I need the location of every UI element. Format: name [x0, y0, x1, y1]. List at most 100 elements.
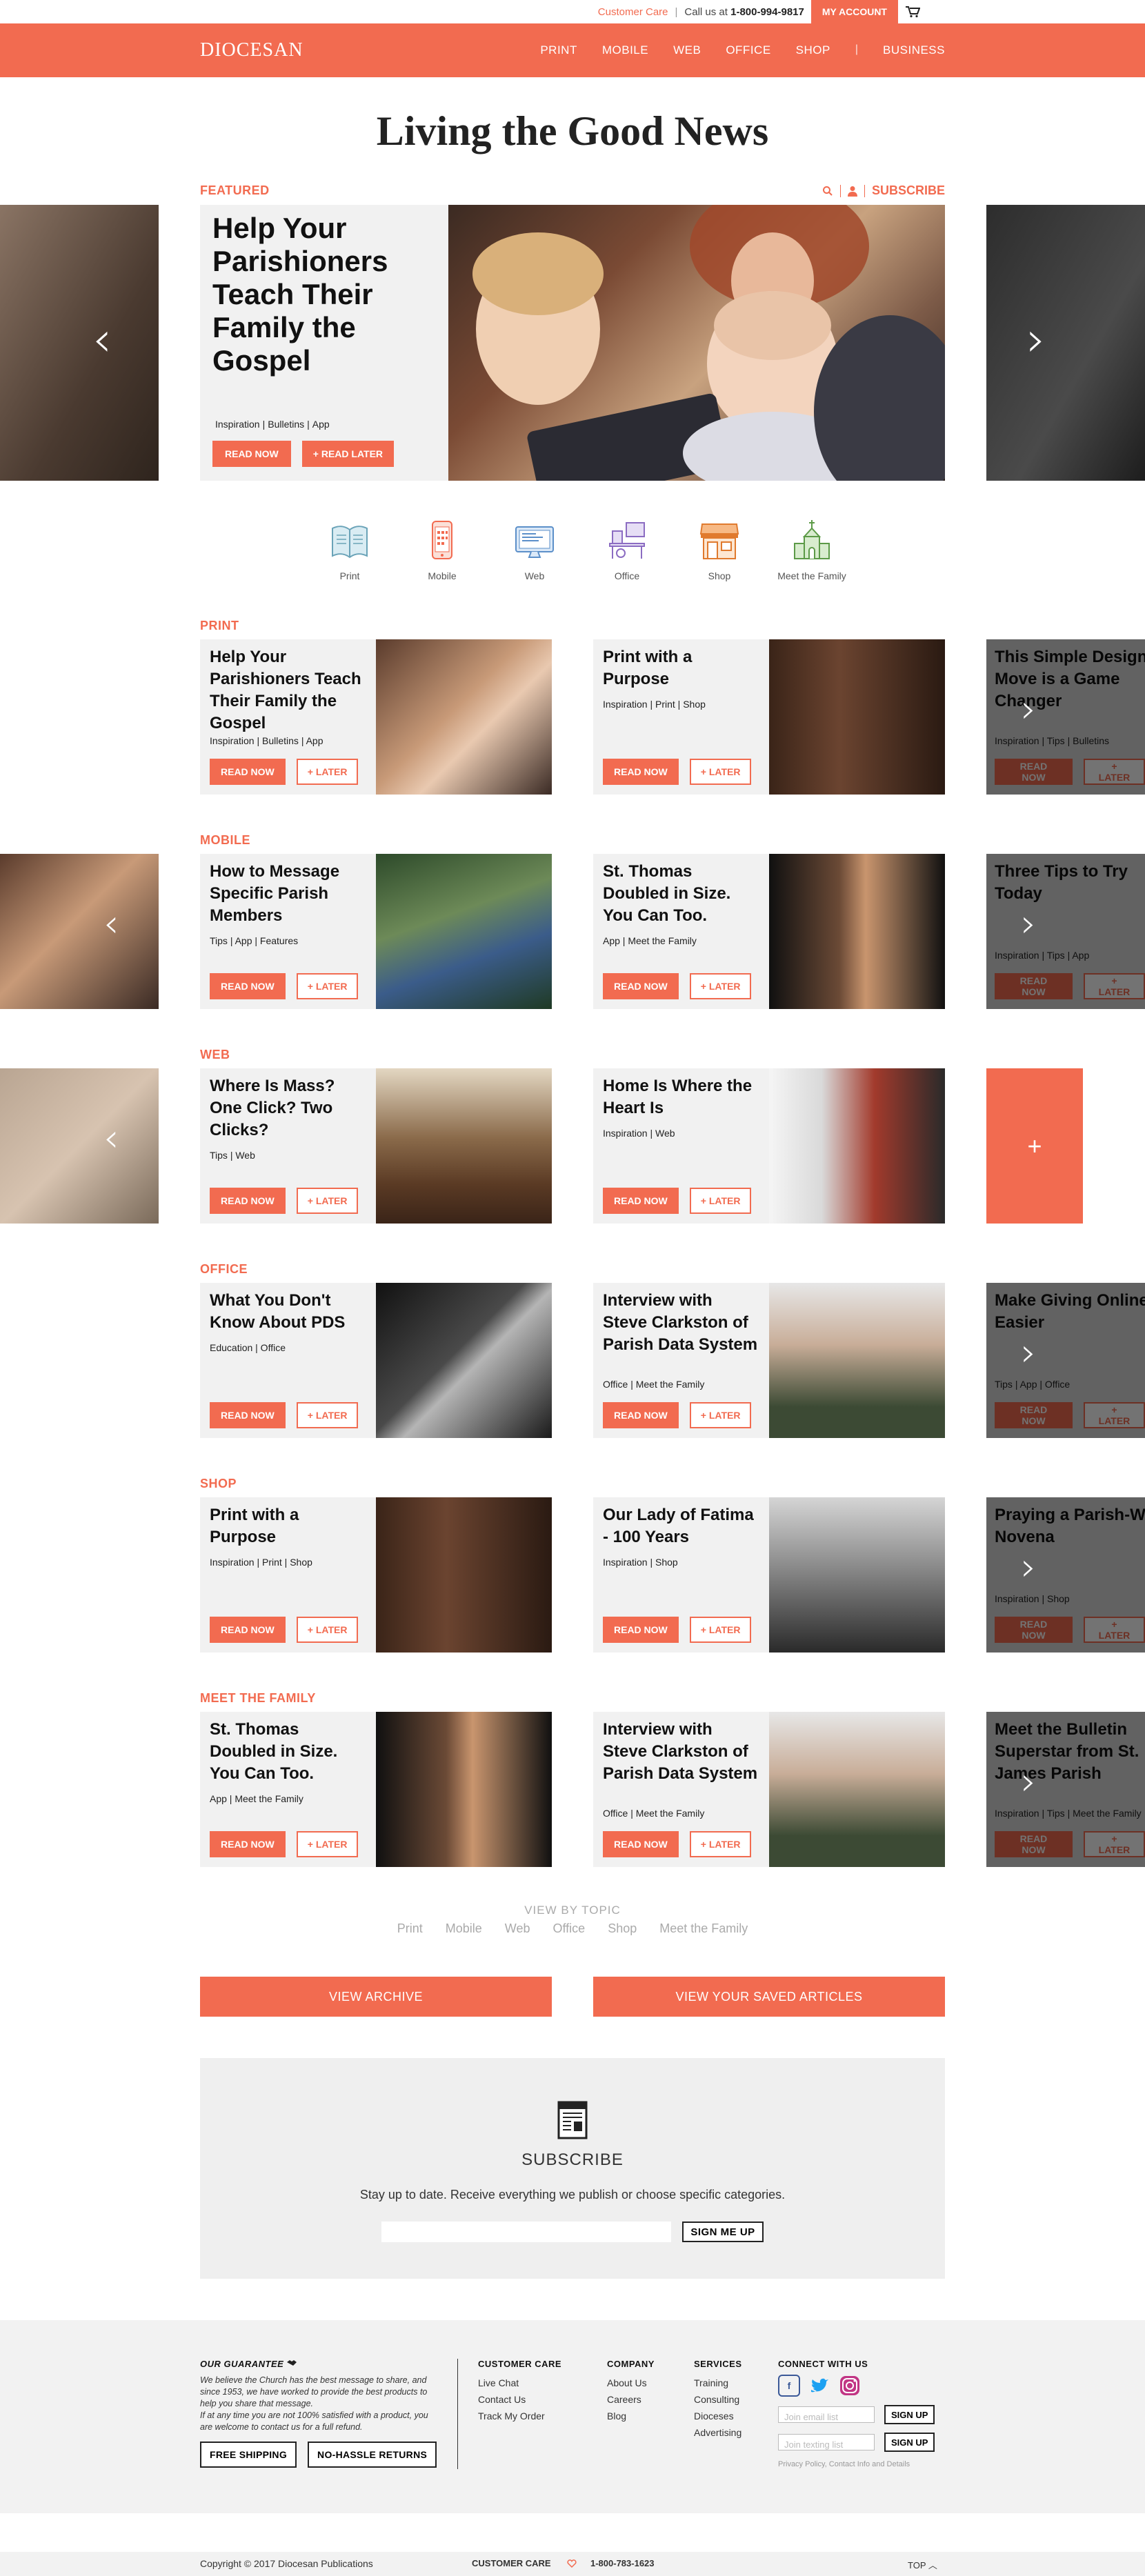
- read-now-button[interactable]: READ NOW: [603, 1617, 679, 1643]
- read-now-button[interactable]: READ NOW: [210, 1617, 286, 1643]
- phone-number[interactable]: 1-800-994-9817: [730, 6, 804, 18]
- chevron-right-icon[interactable]: ›: [1026, 315, 1046, 363]
- card-image[interactable]: [376, 1283, 552, 1438]
- subscribe-email-input[interactable]: [381, 2221, 672, 2242]
- topic-link-mobile[interactable]: Mobile: [446, 1921, 482, 1935]
- later-button[interactable]: + LATER: [689, 973, 752, 999]
- featured-next-slide[interactable]: ›: [986, 205, 1145, 481]
- card-title[interactable]: Help Your Parishioners Teach Their Famil…: [210, 646, 366, 735]
- add-more-tile[interactable]: +: [986, 1068, 1083, 1224]
- footer-link-track-order[interactable]: Track My Order: [478, 2408, 561, 2424]
- section-label[interactable]: OFFICE: [200, 1262, 248, 1277]
- previous-card-peek[interactable]: ‹: [0, 1068, 159, 1224]
- card-image[interactable]: [376, 854, 552, 1009]
- view-archive-button[interactable]: VIEW ARCHIVE: [200, 1977, 552, 2017]
- email-sign-up-button[interactable]: SIGN UP: [884, 2405, 935, 2424]
- footer-link-training[interactable]: Training: [694, 2375, 742, 2391]
- article-card[interactable]: Print with a Purpose Inspiration | Print …: [593, 639, 945, 795]
- read-now-button[interactable]: READ NOW: [603, 759, 679, 785]
- search-icon[interactable]: [822, 186, 833, 197]
- nav-print[interactable]: PRINT: [540, 43, 577, 57]
- chevron-left-icon[interactable]: ‹: [92, 315, 112, 363]
- view-saved-articles-button[interactable]: VIEW YOUR SAVED ARTICLES: [593, 1977, 945, 2017]
- section-label[interactable]: WEB: [200, 1048, 230, 1062]
- later-button[interactable]: + LATER: [296, 759, 359, 785]
- footer-link-live-chat[interactable]: Live Chat: [478, 2375, 561, 2391]
- instagram-icon[interactable]: [839, 2375, 861, 2397]
- read-later-button[interactable]: + READ LATER: [301, 441, 395, 467]
- later-button[interactable]: + LATER: [689, 1617, 752, 1643]
- card-title[interactable]: St. Thomas Doubled in Size. You Can Too.: [210, 1719, 366, 1785]
- chevron-right-icon[interactable]: ›: [1021, 1334, 1036, 1372]
- previous-card-peek[interactable]: ‹: [0, 854, 159, 1009]
- article-card[interactable]: Print with a Purpose Inspiration | Print …: [200, 1497, 552, 1653]
- card-image[interactable]: [376, 1497, 552, 1653]
- footer-link-advertising[interactable]: Advertising: [694, 2424, 742, 2441]
- email-list-input[interactable]: Join email list: [778, 2406, 875, 2423]
- subscribe-link[interactable]: SUBSCRIBE: [872, 183, 945, 198]
- nav-mobile[interactable]: MOBILE: [602, 43, 648, 57]
- card-image[interactable]: [769, 639, 945, 795]
- texting-list-input[interactable]: Join texting list: [778, 2434, 875, 2450]
- footer-link-contact-us[interactable]: Contact Us: [478, 2391, 561, 2408]
- article-card[interactable]: Interview with Steve Clarkston of Parish…: [593, 1283, 945, 1438]
- read-now-button[interactable]: READ NOW: [603, 1402, 679, 1428]
- nav-office[interactable]: OFFICE: [726, 43, 770, 57]
- tag[interactable]: Bulletins: [265, 419, 307, 430]
- topic-meet-the-family[interactable]: Meet the Family: [766, 519, 858, 581]
- article-card[interactable]: How to Message Specific Parish Members Ti…: [200, 854, 552, 1009]
- card-image[interactable]: [769, 1712, 945, 1867]
- article-card[interactable]: Interview with Steve Clarkston of Parish…: [593, 1712, 945, 1867]
- article-card[interactable]: Help Your Parishioners Teach Their Famil…: [200, 639, 552, 795]
- twitter-icon[interactable]: [808, 2375, 830, 2397]
- nav-shop[interactable]: SHOP: [796, 43, 830, 57]
- article-card[interactable]: St. Thomas Doubled in Size. You Can Too.…: [593, 854, 945, 1009]
- chevron-right-icon[interactable]: ›: [1021, 1548, 1036, 1587]
- chevron-left-icon[interactable]: ‹: [103, 1119, 119, 1158]
- read-now-button[interactable]: READ NOW: [603, 1188, 679, 1214]
- topic-link-print[interactable]: Print: [397, 1921, 423, 1935]
- chevron-left-icon[interactable]: ‹: [103, 905, 119, 943]
- footer-link-careers[interactable]: Careers: [607, 2391, 655, 2408]
- card-image[interactable]: [769, 1068, 945, 1224]
- later-button[interactable]: + LATER: [296, 1402, 359, 1428]
- card-image[interactable]: [769, 1283, 945, 1438]
- read-now-button[interactable]: READ NOW: [603, 973, 679, 999]
- later-button[interactable]: + LATER: [689, 759, 752, 785]
- later-button[interactable]: + LATER: [689, 1831, 752, 1857]
- topic-link-meet-the-family[interactable]: Meet the Family: [659, 1921, 748, 1935]
- featured-prev-slide[interactable]: ‹: [0, 205, 159, 481]
- card-title[interactable]: Home Is Where the Heart Is: [603, 1075, 759, 1119]
- text-sign-up-button[interactable]: SIGN UP: [884, 2433, 935, 2452]
- customer-care-link[interactable]: Customer Care: [598, 6, 668, 18]
- nav-business[interactable]: BUSINESS: [883, 43, 945, 57]
- card-title[interactable]: Where Is Mass? One Click? Two Clicks?: [210, 1075, 366, 1141]
- section-label[interactable]: MEET THE FAMILY: [200, 1691, 316, 1706]
- card-title[interactable]: Interview with Steve Clarkston of Parish…: [603, 1290, 759, 1356]
- chevron-right-icon[interactable]: ›: [1021, 690, 1036, 729]
- card-image[interactable]: [769, 1497, 945, 1653]
- later-button[interactable]: + LATER: [296, 1831, 359, 1857]
- read-now-button[interactable]: READ NOW: [210, 759, 286, 785]
- chevron-right-icon[interactable]: ›: [1021, 1763, 1036, 1801]
- next-card-peek[interactable]: Make Giving Online EasierTips | App | Of…: [986, 1283, 1145, 1438]
- later-button[interactable]: + LATER: [689, 1402, 752, 1428]
- section-label[interactable]: SHOP: [200, 1477, 237, 1491]
- footer-link-consulting[interactable]: Consulting: [694, 2391, 742, 2408]
- footer-link-dioceses[interactable]: Dioceses: [694, 2408, 742, 2424]
- featured-image[interactable]: [448, 205, 945, 481]
- chevron-right-icon[interactable]: ›: [1021, 905, 1036, 943]
- topic-print[interactable]: Print: [303, 519, 396, 581]
- nav-web[interactable]: WEB: [673, 43, 701, 57]
- cart-icon[interactable]: [905, 6, 920, 18]
- later-button[interactable]: + LATER: [296, 973, 359, 999]
- footer-link-blog[interactable]: Blog: [607, 2408, 655, 2424]
- tag[interactable]: Inspiration: [212, 419, 263, 430]
- article-card[interactable]: Our Lady of Fatima - 100 Years Inspiratio…: [593, 1497, 945, 1653]
- later-button[interactable]: + LATER: [296, 1188, 359, 1214]
- article-card[interactable]: What You Don't Know About PDS Education |…: [200, 1283, 552, 1438]
- card-title[interactable]: Our Lady of Fatima - 100 Years: [603, 1504, 759, 1548]
- topic-link-office[interactable]: Office: [552, 1921, 585, 1935]
- my-account-button[interactable]: MY ACCOUNT: [810, 0, 898, 23]
- card-image[interactable]: [376, 1068, 552, 1224]
